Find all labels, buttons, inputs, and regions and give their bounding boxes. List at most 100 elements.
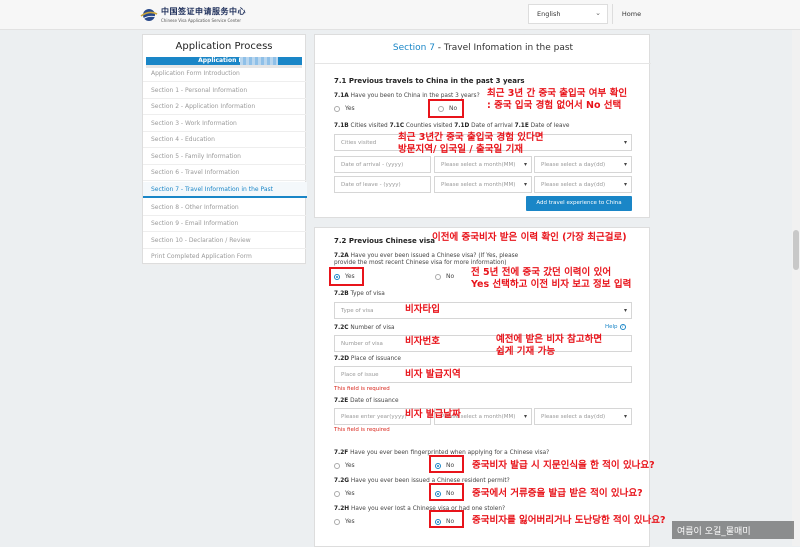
- radio-icon: [334, 518, 340, 525]
- chevron-down-icon: ▾: [623, 161, 627, 168]
- chevron-down-icon: ▾: [523, 181, 527, 188]
- heading-7-2: 7.2 Previous Chinese visa: [334, 237, 435, 245]
- arrival-month-select[interactable]: Please select a month(MM) ▾: [434, 156, 532, 173]
- top-bar: 中国签证申请服务中心 Chinese Visa Application Serv…: [0, 0, 800, 30]
- issue-year-placeholder: Please enter year(yyyy): [341, 414, 407, 420]
- arrival-day-select[interactable]: Please select a day(dd) ▾: [534, 156, 632, 173]
- sidebar-item[interactable]: Section 10 - Declaration / Review: [143, 233, 307, 249]
- leave-year-input[interactable]: Date of leave - (yyyy): [334, 176, 431, 193]
- issue-day-select[interactable]: Please select a day(dd) ▾: [534, 408, 632, 425]
- sidebar-item[interactable]: Section 9 - Email Information: [143, 216, 307, 232]
- sidebar-title: Application Process: [175, 41, 273, 52]
- annotation: 전 5년 전에 중국 갔던 이력이 있어 Yes 선택하고 이전 비자 보고 정보…: [471, 267, 632, 290]
- sidebar-item[interactable]: Section 7 - Travel Information in the Pa…: [143, 182, 307, 198]
- highlight-box: [329, 267, 364, 286]
- radio-7-2f-yes[interactable]: Yes: [334, 462, 355, 469]
- sidebar-item[interactable]: Section 5 - Family Information: [143, 149, 307, 165]
- sidebar-item[interactable]: Section 3 - Work Information: [143, 116, 307, 132]
- annotation: 비자번호: [405, 336, 440, 347]
- visa-type-select[interactable]: Type of visa ▾: [334, 302, 632, 319]
- chevron-down-icon: ▾: [523, 413, 527, 420]
- annotation: 최근 3년 간 중국 출입국 여부 확인: 중국 입국 경험 없어서 No 선택: [487, 88, 628, 111]
- leave-day-placeholder: Please select a day(dd): [541, 182, 606, 188]
- arrival-year-placeholder: Date of arrival - (yyyy): [341, 162, 404, 168]
- highlight-box: [429, 510, 464, 528]
- place-of-issue-input[interactable]: Place of issue: [334, 366, 632, 383]
- annotation: 중국비자 발급 시 지문인식을 한 적이 있나요?: [472, 460, 655, 471]
- leave-month-select[interactable]: Please select a month(MM) ▾: [434, 176, 532, 193]
- leave-year-placeholder: Date of leave - (yyyy): [341, 182, 401, 188]
- chevron-down-icon: ⌄: [595, 9, 601, 17]
- highlight-box: [429, 483, 464, 501]
- annotation: 비자 발급지역: [405, 369, 461, 380]
- watermark: 여름이 오길_물매미: [672, 521, 794, 539]
- sidebar-item[interactable]: Section 6 - Travel Information: [143, 165, 307, 181]
- chevron-down-icon: ▾: [623, 181, 627, 188]
- annotation: 비자 발급날짜: [405, 409, 461, 420]
- required-error: This field is required: [334, 386, 390, 392]
- radio-7-2a-no[interactable]: No: [435, 273, 454, 280]
- arrival-year-input[interactable]: Date of arrival - (yyyy): [334, 156, 431, 173]
- question-7-2g: 7.2G Have you ever been issued a Chinese…: [334, 478, 510, 484]
- question-7-2b: 7.2B Type of visa: [334, 291, 385, 297]
- logo-title-cn: 中国签证申请服务中心: [161, 6, 246, 16]
- question-mark-icon: ?: [619, 324, 626, 330]
- radio-7-2g-yes[interactable]: Yes: [334, 490, 355, 497]
- place-of-issue-placeholder: Place of issue: [341, 372, 379, 378]
- logo-title-en: Chinese Visa Application Service Center: [161, 18, 241, 23]
- annotation: 이전에 중국비자 받은 이력 확인 (가장 최근걸로): [432, 232, 627, 243]
- radio-7-1a-yes[interactable]: Yes: [334, 105, 355, 112]
- radio-icon: [435, 273, 441, 280]
- annotation: 비자타입: [405, 304, 440, 315]
- annotation: 최근 3년간 중국 출입국 경험 있다면 방문지역/ 입국일 / 출국일 기재: [398, 132, 544, 155]
- issue-day-placeholder: Please select a day(dd): [541, 414, 606, 420]
- arrival-month-placeholder: Please select a month(MM): [441, 162, 516, 168]
- radio-icon: [334, 490, 340, 497]
- highlight-box: [428, 99, 464, 118]
- chevron-down-icon: ▾: [623, 413, 627, 420]
- sidebar-item[interactable]: Section 4 - Education: [143, 132, 307, 148]
- sidebar-item[interactable]: Section 2 - Application Information: [143, 99, 307, 115]
- heading-7-1: 7.1 Previous travels to China in the pas…: [334, 77, 525, 85]
- redacted-number: [240, 57, 278, 65]
- question-7-2c: 7.2C Number of visa: [334, 325, 395, 331]
- chevron-down-icon: ▾: [523, 161, 527, 168]
- question-7-1b-e: 7.1B Cities visited 7.1C Counties visite…: [334, 123, 570, 129]
- radio-7-2h-yes[interactable]: Yes: [334, 518, 355, 525]
- cities-placeholder: Cities visited: [341, 140, 377, 146]
- sidebar-item[interactable]: Section 1 - Personal Information: [143, 83, 307, 99]
- scroll-thumb[interactable]: [793, 230, 799, 270]
- site-logo[interactable]: 中国签证申请服务中心 Chinese Visa Application Serv…: [140, 6, 246, 23]
- sidebar-item[interactable]: Print Completed Application Form: [143, 249, 307, 265]
- globe-logo-icon: [140, 7, 158, 23]
- question-7-2h: 7.2H Have you ever lost a Chinese visa o…: [334, 506, 506, 512]
- chevron-down-icon: ▾: [623, 139, 627, 146]
- section-title: Section 7 - Travel Infomation in the pas…: [392, 43, 574, 53]
- add-travel-experience-button[interactable]: Add travel experience to China: [526, 196, 632, 211]
- leave-month-placeholder: Please select a month(MM): [441, 182, 516, 188]
- application-number-bar: Application No.: [146, 57, 302, 65]
- sidebar-item[interactable]: Application Form Introduction: [143, 66, 307, 82]
- arrival-day-placeholder: Please select a day(dd): [541, 162, 606, 168]
- sidebar-item[interactable]: Section 8 - Other Information: [143, 200, 307, 216]
- help-link[interactable]: Help?: [605, 324, 626, 330]
- annotation: 중국비자를 잃어버리거나 도난당한 적이 있나요?: [472, 515, 666, 526]
- language-value: English: [537, 10, 561, 18]
- radio-icon: [334, 462, 340, 469]
- radio-icon: [334, 105, 340, 112]
- divider: [315, 63, 651, 64]
- annotation: 중국에서 거류증을 발급 받은 적이 있나요?: [472, 488, 643, 499]
- visa-number-placeholder: Number of visa: [341, 341, 383, 347]
- leave-day-select[interactable]: Please select a day(dd) ▾: [534, 176, 632, 193]
- question-7-2e: 7.2E Date of issuance: [334, 398, 399, 404]
- visa-type-placeholder: Type of visa: [341, 308, 374, 314]
- required-error: This field is required: [334, 427, 390, 433]
- page-scrollbar[interactable]: [792, 30, 800, 546]
- section-7-panel: Section 7 - Travel Infomation in the pas…: [314, 34, 651, 218]
- language-select[interactable]: English ⌄: [528, 4, 608, 24]
- highlight-box: [429, 455, 464, 473]
- annotation: 예전에 받은 비자 참고하면 쉽게 기재 가능: [496, 334, 603, 357]
- question-7-2a: 7.2A Have you ever been issued a Chinese…: [334, 253, 519, 266]
- application-process-sidebar: Application Process Application No. Appl…: [142, 34, 307, 265]
- home-link[interactable]: Home: [612, 4, 650, 24]
